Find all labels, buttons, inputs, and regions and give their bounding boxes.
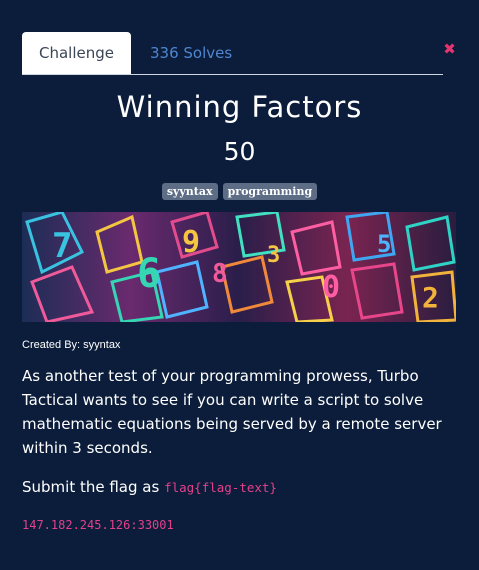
submit-instructions: Submit the flag as flag{flag-text} bbox=[22, 478, 277, 496]
server-address: 147.182.245.126:33001 bbox=[22, 518, 174, 532]
svg-text:3: 3 bbox=[267, 243, 280, 268]
svg-text:9: 9 bbox=[182, 225, 200, 260]
tab-solves[interactable]: 336 Solves bbox=[150, 32, 232, 74]
svg-text:6: 6 bbox=[137, 251, 161, 297]
challenge-banner-image: 7 6 9 8 3 0 5 2 bbox=[22, 212, 456, 322]
svg-text:7: 7 bbox=[52, 226, 72, 266]
challenge-modal: Challenge 336 Solves ✖ Winning Factors 5… bbox=[0, 0, 479, 570]
challenge-points: 50 bbox=[223, 137, 256, 166]
svg-text:0: 0 bbox=[322, 270, 340, 305]
created-by: Created By: syyntax bbox=[22, 339, 121, 351]
challenge-title: Winning Factors bbox=[116, 90, 363, 124]
tag-syyntax: syyntax bbox=[161, 183, 218, 200]
tab-bar: Challenge 336 Solves bbox=[22, 32, 443, 75]
close-icon[interactable]: ✖ bbox=[443, 42, 456, 57]
svg-text:5: 5 bbox=[377, 230, 391, 258]
tag-programming: programming bbox=[222, 183, 318, 200]
svg-text:8: 8 bbox=[212, 259, 228, 289]
tag-list: syyntax programming bbox=[0, 183, 479, 200]
submit-prefix: Submit the flag as bbox=[22, 478, 165, 496]
tab-challenge[interactable]: Challenge bbox=[22, 32, 131, 74]
svg-text:2: 2 bbox=[422, 281, 439, 314]
banner-artwork: 7 6 9 8 3 0 5 2 bbox=[22, 212, 456, 322]
flag-format: flag{flag-text} bbox=[164, 480, 277, 495]
challenge-description: As another test of your programming prow… bbox=[22, 367, 442, 457]
